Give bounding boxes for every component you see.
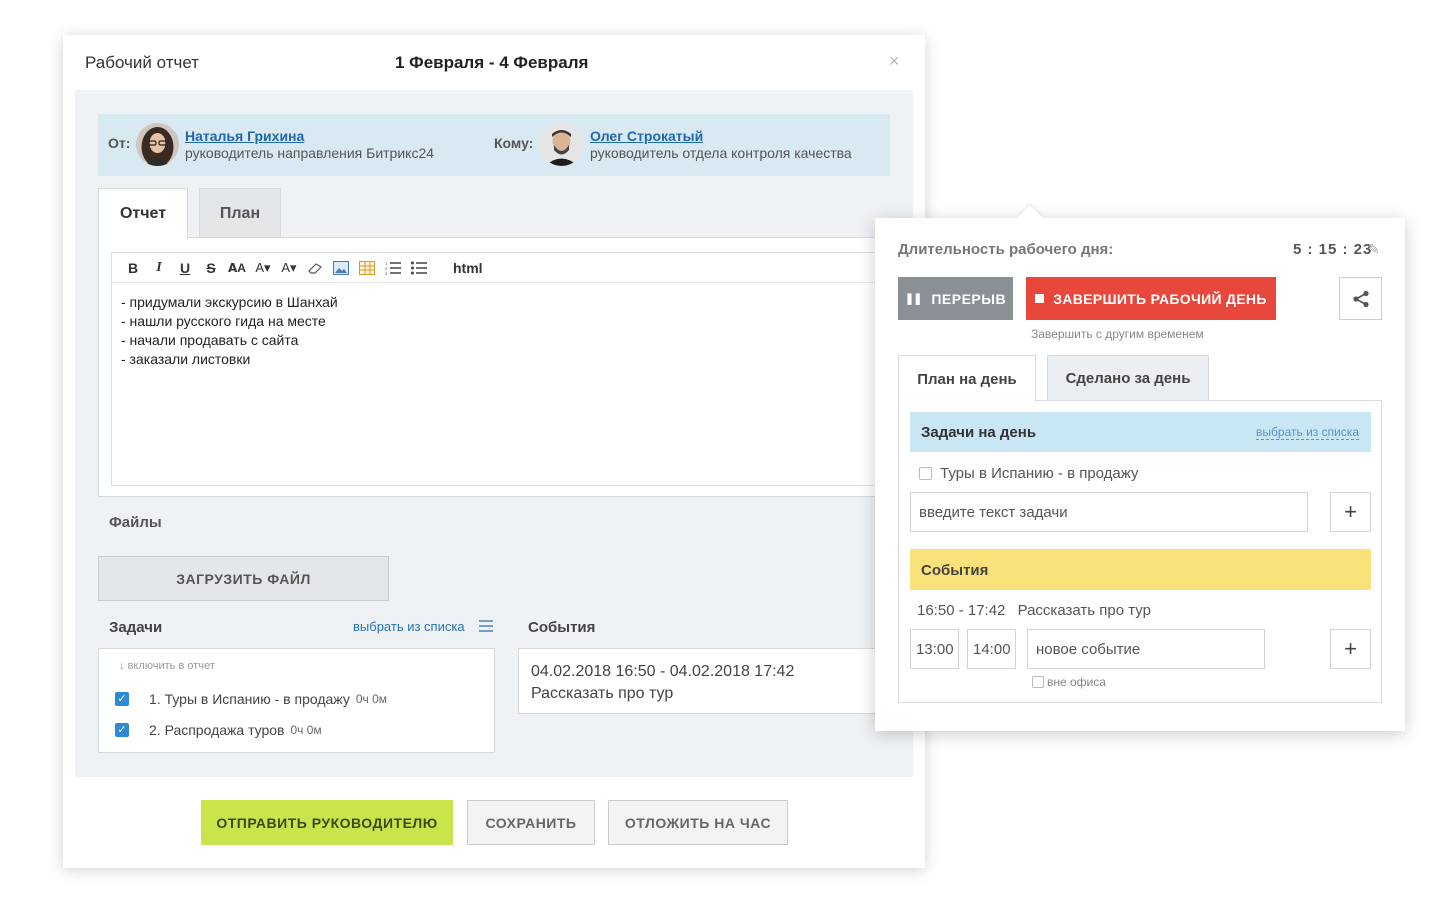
editor-text: - придумали экскурсию в Шанхай - нашли р… (121, 293, 338, 369)
add-event-button[interactable]: + (1330, 629, 1371, 669)
day-task-title: Туры в Испанию - в продажу (940, 465, 1139, 482)
bullet-list-icon[interactable] (407, 257, 431, 279)
finish-other-time-link[interactable]: Завершить с другим временем (1031, 327, 1204, 341)
postpone-hour-button[interactable]: ОТЛОЖИТЬ НА ЧАС (608, 800, 788, 845)
add-task-button[interactable]: + (1330, 492, 1371, 532)
events-label: События (528, 619, 596, 636)
font-color-icon[interactable]: A▾ (277, 257, 301, 279)
day-tasks-title: Задачи на день (921, 424, 1037, 441)
task-checkbox[interactable] (919, 467, 932, 480)
task-title: 2. Распродажа туров (149, 722, 285, 738)
numbered-list-icon[interactable]: 123 (381, 257, 405, 279)
list-item: 16:50 - 17:42 Рассказать про тур (917, 602, 1151, 619)
event-title: Рассказать про тур (531, 685, 674, 702)
avatar[interactable] (136, 123, 179, 166)
font-size-icon[interactable]: A▾ (251, 257, 275, 279)
editor-line: - нашли русского гида на месте (121, 313, 326, 329)
workday-popup: Длительность рабочего дня: 5 : 15 : 23 ✎… (875, 205, 1405, 731)
plus-icon: + (1344, 499, 1357, 524)
offsite-label: вне офиса (1047, 675, 1106, 689)
editor-line: - заказали листовки (121, 351, 251, 367)
new-task-input[interactable]: введите текст задачи (910, 492, 1308, 532)
bold-icon[interactable]: B (121, 257, 145, 279)
avatar[interactable] (540, 123, 583, 166)
task-title: 1. Туры в Испанию - в продажу (149, 691, 350, 707)
table-icon[interactable] (355, 257, 379, 279)
task-time: 0ч 0м (355, 692, 387, 706)
share-icon (1352, 290, 1369, 307)
stop-icon (1035, 294, 1045, 303)
finish-workday-button[interactable]: ЗАВЕРШИТЬ РАБОЧИЙ ДЕНЬ (1026, 277, 1276, 320)
day-tasks-header: Задачи на день выбрать из списка (910, 412, 1371, 452)
list-icon[interactable] (479, 620, 493, 632)
include-in-report-note: ↓ включить в отчет (119, 660, 215, 672)
list-item: Туры в Испанию - в продажу (919, 465, 1138, 482)
day-plan-panel: Задачи на день выбрать из списка Туры в … (898, 400, 1382, 703)
editor-line: - придумали экскурсию в Шанхай (121, 294, 338, 310)
event-time: 16:50 - 17:42 (917, 602, 1006, 619)
recipient-name-link[interactable]: Олег Строкатый (590, 128, 703, 144)
tab-report[interactable]: Отчет (98, 188, 188, 239)
event-end-time-input[interactable]: 14:00 (967, 629, 1016, 669)
html-mode-button[interactable]: html (447, 257, 489, 279)
list-item: ✓ 1. Туры в Испанию - в продажу 0ч 0м (115, 691, 387, 707)
task-time: 0ч 0м (290, 723, 322, 737)
tab-day-plan[interactable]: План на день (898, 355, 1036, 402)
workday-timer: 5 : 15 : 23 (1293, 241, 1373, 258)
report-body: От: Наталья Грихина руководитель направл… (75, 90, 916, 777)
tab-plan[interactable]: План (199, 188, 281, 238)
checkbox-checked[interactable]: ✓ (115, 692, 129, 706)
italic-icon[interactable]: I (147, 257, 171, 279)
work-report-dialog: Рабочий отчет 1 Февраля - 4 Февраля × От… (63, 35, 925, 868)
event-title: Рассказать про тур (1017, 602, 1151, 619)
finish-label: ЗАВЕРШИТЬ РАБОЧИЙ ДЕНЬ (1053, 290, 1267, 307)
to-label: Кому: (494, 135, 534, 151)
image-icon[interactable] (329, 257, 353, 279)
editor-line: - начали продавать с сайта (121, 332, 299, 348)
pick-tasks-link[interactable]: выбрать из списка (353, 619, 465, 634)
event-start-time-input[interactable]: 13:00 (910, 629, 959, 669)
report-editor: B I U S 𝗔A A▾ A▾ 1 2 3 html - придумали … (98, 237, 916, 497)
list-item: ✓ 2. Распродажа туров 0ч 0м (115, 722, 322, 738)
strikethrough-icon[interactable]: S (199, 257, 223, 279)
files-label: Файлы (109, 514, 162, 531)
pause-icon: ❚❚ (904, 293, 922, 305)
plus-icon: + (1344, 636, 1357, 661)
underline-icon[interactable]: U (173, 257, 197, 279)
from-label: От: (108, 135, 131, 151)
popup-arrow (1017, 205, 1043, 231)
pause-button[interactable]: ❚❚ ПЕРЕРЫВ (898, 277, 1013, 320)
offsite-option: вне офиса (1032, 675, 1106, 689)
day-events-header: События (910, 549, 1371, 590)
sender-role: руководитель направления Битрикс24 (185, 145, 435, 161)
eraser-icon[interactable] (303, 257, 327, 279)
report-period: 1 Февраля - 4 Февраля (395, 53, 589, 72)
share-button[interactable] (1339, 277, 1382, 320)
workday-duration-label: Длительность рабочего дня: (898, 241, 1114, 258)
pause-label: ПЕРЕРЫВ (931, 290, 1007, 307)
tasks-label: Задачи (109, 619, 163, 636)
send-to-manager-button[interactable]: ОТПРАВИТЬ РУКОВОДИТЕЛЮ (201, 800, 453, 845)
svg-text:3: 3 (385, 271, 388, 275)
recipient-role: руководитель отдела контроля качества (590, 145, 852, 161)
close-icon[interactable]: × (889, 51, 900, 72)
dialog-title: Рабочий отчет (85, 53, 200, 72)
offsite-checkbox[interactable] (1032, 676, 1044, 688)
report-tasks-list: ↓ включить в отчет ✓ 1. Туры в Испанию -… (98, 648, 495, 753)
people-bar: От: Наталья Грихина руководитель направл… (98, 114, 890, 176)
sender-name-link[interactable]: Наталья Грихина (185, 128, 304, 144)
font-family-icon[interactable]: 𝗔A (225, 257, 249, 279)
day-events-title: События (921, 562, 989, 579)
event-range: 04.02.2018 16:50 - 04.02.2018 17:42 (531, 663, 795, 680)
editor-toolbar: B I U S 𝗔A A▾ A▾ 1 2 3 html (112, 253, 915, 283)
pencil-icon[interactable]: ✎ (1368, 241, 1380, 258)
tab-day-done[interactable]: Сделано за день (1047, 355, 1209, 401)
checkbox-checked[interactable]: ✓ (115, 723, 129, 737)
upload-file-button[interactable]: ЗАГРУЗИТЬ ФАЙЛ (98, 556, 389, 601)
editor-area[interactable]: B I U S 𝗔A A▾ A▾ 1 2 3 html - придумали … (111, 252, 916, 486)
report-events-list: 04.02.2018 16:50 - 04.02.2018 17:42 Расс… (518, 648, 913, 714)
save-button[interactable]: СОХРАНИТЬ (467, 800, 595, 845)
pick-day-tasks-link[interactable]: выбрать из списка (1256, 425, 1359, 440)
new-event-input[interactable]: новое событие (1027, 629, 1265, 669)
